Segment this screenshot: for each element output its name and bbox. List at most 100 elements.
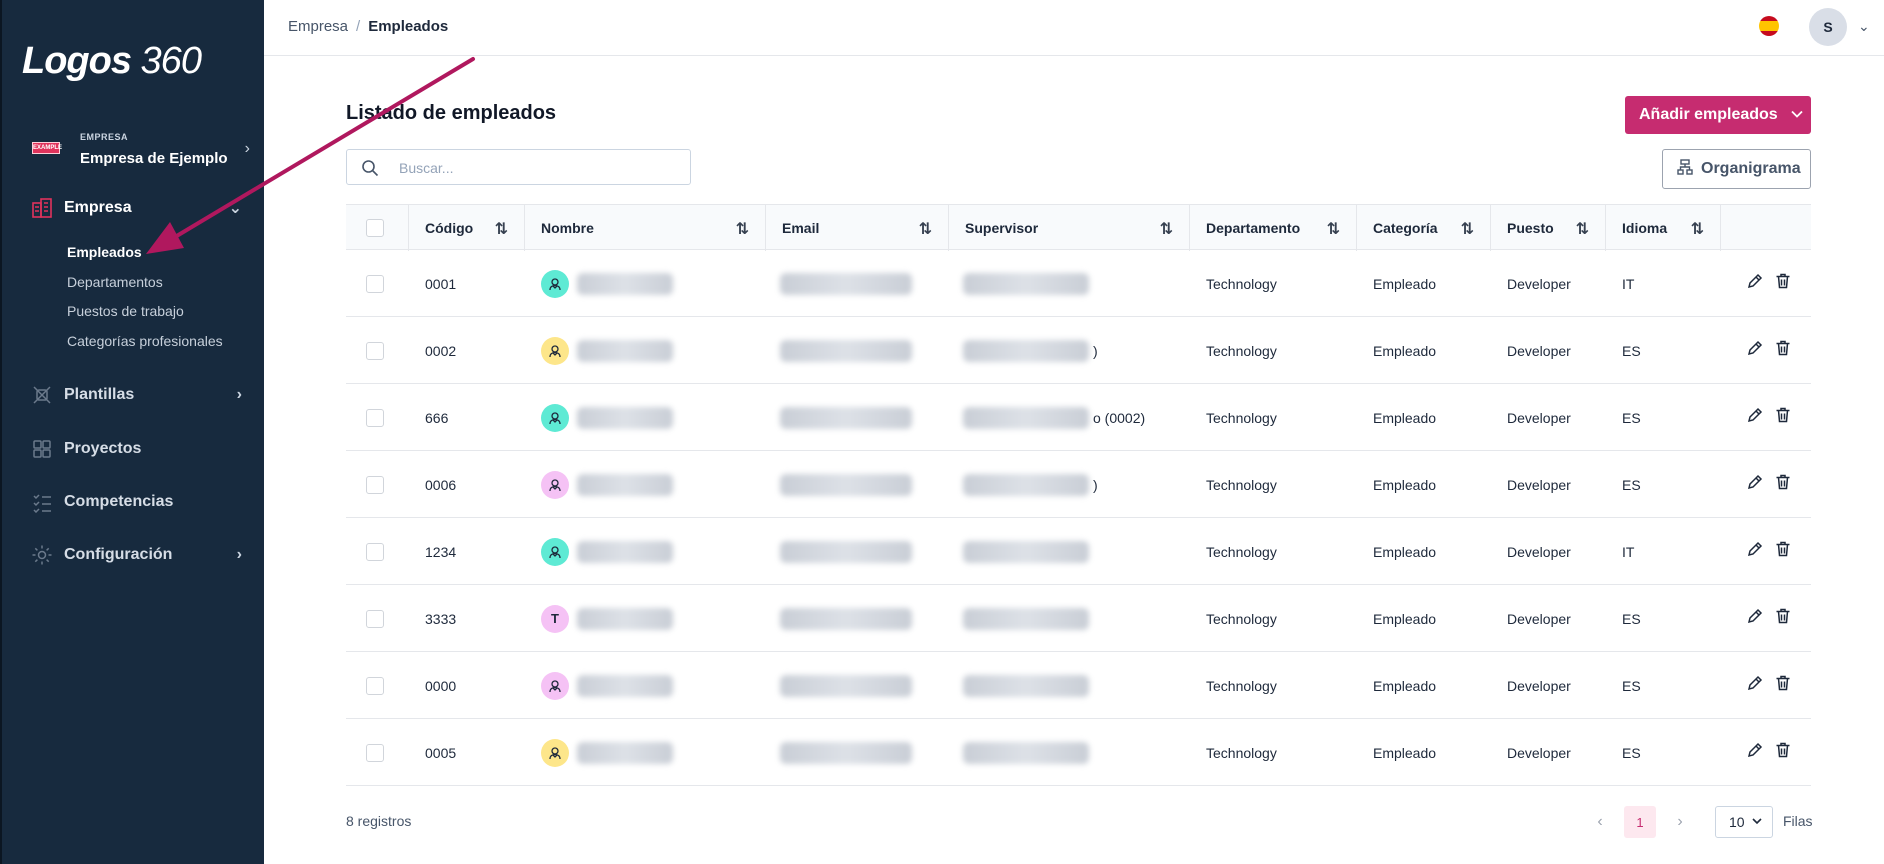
table-row[interactable]: 0006) Technology Empleado Developer ES <box>346 451 1811 518</box>
row-checkbox[interactable] <box>366 274 384 293</box>
redacted-email <box>780 339 912 362</box>
cell-language: ES <box>1622 476 1641 493</box>
topbar: Empresa / Empleados S ⌄ <box>264 0 1884 56</box>
search-input[interactable] <box>399 158 679 178</box>
row-checkbox[interactable] <box>366 341 384 360</box>
edit-icon[interactable] <box>1746 607 1764 630</box>
cell-language: IT <box>1622 275 1635 292</box>
column-header-idioma[interactable]: Idioma ⇅ <box>1606 205 1721 251</box>
row-checkbox[interactable] <box>366 475 384 494</box>
column-header-puesto[interactable]: Puesto ⇅ <box>1491 205 1606 251</box>
rows-per-page-select[interactable]: 10 <box>1715 806 1773 838</box>
edit-icon[interactable] <box>1746 272 1764 295</box>
cell-language: ES <box>1622 610 1641 627</box>
delete-icon[interactable] <box>1774 607 1792 630</box>
delete-icon[interactable] <box>1774 540 1792 563</box>
redacted-name <box>577 741 673 764</box>
cell-category: Empleado <box>1373 342 1437 359</box>
delete-icon[interactable] <box>1774 674 1792 697</box>
row-checkbox[interactable] <box>366 609 384 628</box>
cell-department: Technology <box>1206 744 1277 761</box>
chevron-down-icon[interactable]: ⌄ <box>1858 18 1870 35</box>
column-header-nombre[interactable]: Nombre ⇅ <box>525 205 766 251</box>
cell-code: 0005 <box>425 744 457 761</box>
company-selector[interactable]: EXAMPLE EMPRESA Empresa de Ejemplo › <box>32 128 250 172</box>
redacted-supervisor <box>963 406 1089 429</box>
delete-icon[interactable] <box>1774 272 1792 295</box>
sidebar-item-configuracion[interactable]: Configuración › <box>30 540 242 570</box>
table-row[interactable]: 0001 Technology Empleado Developer IT <box>346 250 1811 317</box>
breadcrumb-empresa[interactable]: Empresa <box>288 18 348 35</box>
sidebar-item-empresa[interactable]: Empresa ⌄ <box>30 193 242 223</box>
sidebar-item-plantillas[interactable]: Plantillas › <box>30 380 242 410</box>
add-employees-button[interactable]: Añadir empleados <box>1625 96 1811 134</box>
app-logo[interactable]: Logos 360 <box>22 40 202 83</box>
cell-position: Developer <box>1507 543 1571 560</box>
sort-icon: ⇅ <box>1690 221 1704 238</box>
cell-language: ES <box>1622 744 1641 761</box>
redacted-email <box>780 540 912 563</box>
cell-category: Empleado <box>1373 476 1437 493</box>
column-header-departamento[interactable]: Departamento ⇅ <box>1190 205 1357 251</box>
sort-icon: ⇅ <box>1159 221 1173 238</box>
row-checkbox[interactable] <box>366 542 384 561</box>
table-row[interactable]: 0005 Technology Empleado Developer ES <box>346 719 1811 786</box>
redacted-name <box>577 607 673 630</box>
table-row[interactable]: 1234 Technology Empleado Developer IT <box>346 518 1811 585</box>
sidebar-item-label: Proyectos <box>64 440 142 457</box>
rows-label: Filas <box>1783 813 1813 829</box>
employee-avatar <box>541 537 569 566</box>
sidebar-subitem-puestos[interactable]: Puestos de trabajo <box>67 303 184 319</box>
redacted-email <box>780 674 912 697</box>
table-row[interactable]: 3333 T Technology Empleado Developer ES <box>346 585 1811 652</box>
row-checkbox[interactable] <box>366 676 384 695</box>
edit-icon[interactable] <box>1746 674 1764 697</box>
sort-icon: ⇅ <box>1575 221 1589 238</box>
sort-icon: ⇅ <box>494 221 508 238</box>
user-avatar[interactable]: S <box>1809 8 1847 46</box>
column-header-supervisor[interactable]: Supervisor ⇅ <box>949 205 1190 251</box>
sidebar-item-proyectos[interactable]: Proyectos <box>30 434 242 464</box>
spain-flag-icon[interactable] <box>1759 16 1779 36</box>
table-row[interactable]: 666 o (0002) Technology Empleado Developer ES <box>346 384 1811 451</box>
delete-icon[interactable] <box>1774 339 1792 362</box>
sidebar-subitem-categorias[interactable]: Categorías profesionales <box>67 333 223 349</box>
column-header-email[interactable]: Email ⇅ <box>766 205 949 251</box>
page-number-current[interactable]: 1 <box>1624 806 1656 838</box>
prev-page-icon[interactable]: ‹ <box>1590 813 1610 831</box>
column-label: Código <box>425 220 474 236</box>
select-all-checkbox[interactable] <box>366 219 384 237</box>
sidebar-item-competencias[interactable]: Competencias <box>30 487 242 517</box>
edit-icon[interactable] <box>1746 473 1764 496</box>
column-label: Idioma <box>1622 220 1668 236</box>
redacted-email <box>780 473 912 496</box>
edit-icon[interactable] <box>1746 540 1764 563</box>
table-row[interactable]: 0002) Technology Empleado Developer ES <box>346 317 1811 384</box>
org-chart-button[interactable]: Organigrama <box>1662 149 1811 189</box>
person-icon <box>547 745 563 761</box>
sidebar-subitem-departamentos[interactable]: Departamentos <box>67 274 163 290</box>
cell-category: Empleado <box>1373 543 1437 560</box>
chevron-right-icon: › <box>236 386 242 403</box>
next-page-icon[interactable]: › <box>1670 813 1690 831</box>
row-checkbox[interactable] <box>366 408 384 427</box>
delete-icon[interactable] <box>1774 741 1792 764</box>
edit-icon[interactable] <box>1746 406 1764 429</box>
cell-code: 1234 <box>425 543 457 560</box>
column-header-categoria[interactable]: Categoría ⇅ <box>1357 205 1491 251</box>
row-checkbox[interactable] <box>366 743 384 762</box>
row-actions <box>1746 607 1792 630</box>
cell-category: Empleado <box>1373 744 1437 761</box>
edit-icon[interactable] <box>1746 741 1764 764</box>
delete-icon[interactable] <box>1774 473 1792 496</box>
employee-avatar <box>541 671 569 700</box>
redacted-email <box>780 272 912 295</box>
delete-icon[interactable] <box>1774 406 1792 429</box>
sidebar-item-label: Empresa <box>64 199 132 216</box>
table-body: 0001 Technology Empleado Developer IT 0002) Te… <box>346 250 1811 786</box>
edit-icon[interactable] <box>1746 339 1764 362</box>
table-row[interactable]: 0000 Technology Empleado Developer ES <box>346 652 1811 719</box>
row-actions <box>1746 674 1792 697</box>
sidebar-subitem-empleados[interactable]: Empleados <box>67 244 142 260</box>
column-header-codigo[interactable]: Código ⇅ <box>409 205 525 251</box>
